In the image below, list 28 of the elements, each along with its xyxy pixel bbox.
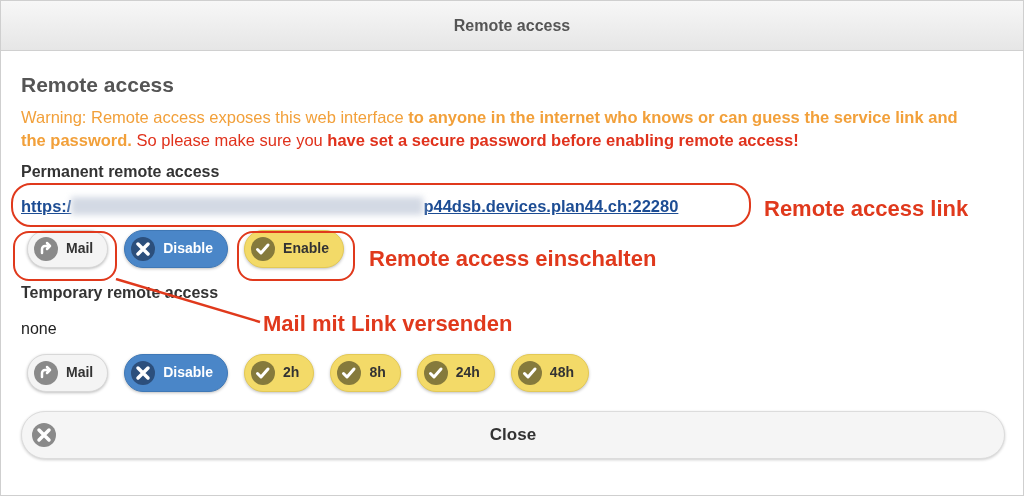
close-icon bbox=[32, 422, 56, 447]
mail-button[interactable]: Mail bbox=[27, 353, 109, 392]
annotation-label: Remote access link bbox=[764, 195, 969, 223]
enable-button[interactable]: 24h bbox=[416, 353, 495, 392]
section-heading: Remote access bbox=[21, 72, 174, 98]
checkmark-icon bbox=[517, 360, 542, 385]
status-text: none bbox=[21, 318, 57, 339]
annotation-label: Mail mit Link versenden bbox=[263, 310, 513, 338]
checkmark-icon bbox=[251, 360, 276, 385]
window-title: Remote access bbox=[453, 15, 571, 36]
link[interactable]: p44dsb.devices.plan44.ch:22280 bbox=[423, 194, 679, 219]
checkmark-icon bbox=[423, 360, 448, 385]
enable-button[interactable]: Enable bbox=[244, 229, 344, 268]
enable-button[interactable]: 48h bbox=[510, 353, 589, 392]
close-icon bbox=[131, 360, 156, 385]
warning-text: Warning: Remote access exposes this web interface to anyone in the internet who knows or can guess the service link and the password. So please make sure you have set a secure password before enabling remote access! bbox=[21, 107, 959, 151]
disable-button[interactable]: Disable bbox=[124, 353, 229, 392]
checkmark-icon bbox=[337, 360, 362, 385]
section-label: Permanent remote access bbox=[21, 162, 220, 182]
checkmark-icon bbox=[251, 236, 276, 261]
link[interactable]: https:/ bbox=[21, 194, 72, 219]
close-icon bbox=[131, 236, 156, 261]
disable-button[interactable]: Disable bbox=[124, 229, 229, 268]
annotation-label: Remote access einschalten bbox=[369, 245, 657, 273]
enable-button[interactable]: 2h bbox=[244, 353, 315, 392]
close-button[interactable]: Close bbox=[21, 410, 1005, 459]
enable-button[interactable]: 8h bbox=[330, 353, 401, 392]
mail-button[interactable]: Mail bbox=[27, 229, 109, 268]
